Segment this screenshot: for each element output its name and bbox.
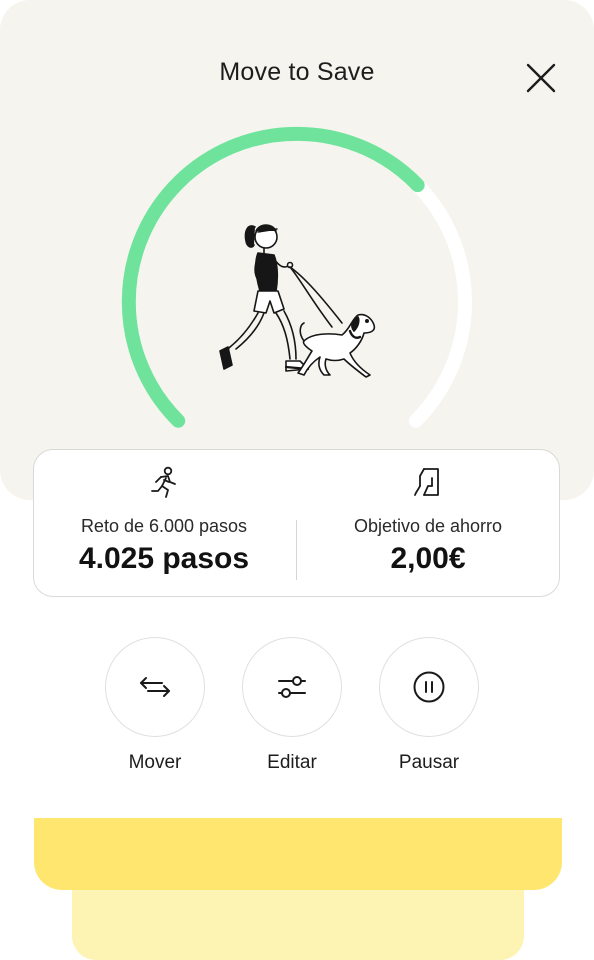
stats-divider [296,520,297,580]
edit-button[interactable]: Editar [242,637,342,774]
steps-count-value: 4.025 pasos [78,542,250,575]
transfer-arrows-icon [140,677,170,697]
edit-label: Editar [267,752,317,773]
savings-goal-stat: Objetivo de ahorro 2,00€ [298,450,558,598]
pause-button[interactable]: Pausar [379,637,479,774]
pause-button-circle[interactable] [379,637,479,737]
steps-challenge-stat: Reto de 6.000 pasos 4.025 pasos [34,450,294,598]
hero-panel: Move to Save [0,0,594,500]
move-button[interactable]: Mover [105,637,205,774]
stats-card: Reto de 6.000 pasos 4.025 pasos Objetivo… [33,449,560,597]
woman-walking-dog-illustration [219,224,376,378]
running-person-icon [151,466,176,498]
sliders-icon [278,676,306,698]
savings-goal-icon [414,468,439,496]
steps-challenge-label: Reto de 6.000 pasos [80,516,248,536]
savings-goal-label: Objetivo de ahorro [353,516,503,536]
edit-button-circle[interactable] [242,637,342,737]
move-label: Mover [128,752,182,773]
pause-icon [413,671,445,703]
pause-label: Pausar [398,752,460,773]
move-button-circle[interactable] [105,637,205,737]
action-buttons: Mover Editar Pausar [0,637,594,787]
savings-goal-value: 2,00€ [390,542,466,575]
stacked-card-front [34,818,562,890]
